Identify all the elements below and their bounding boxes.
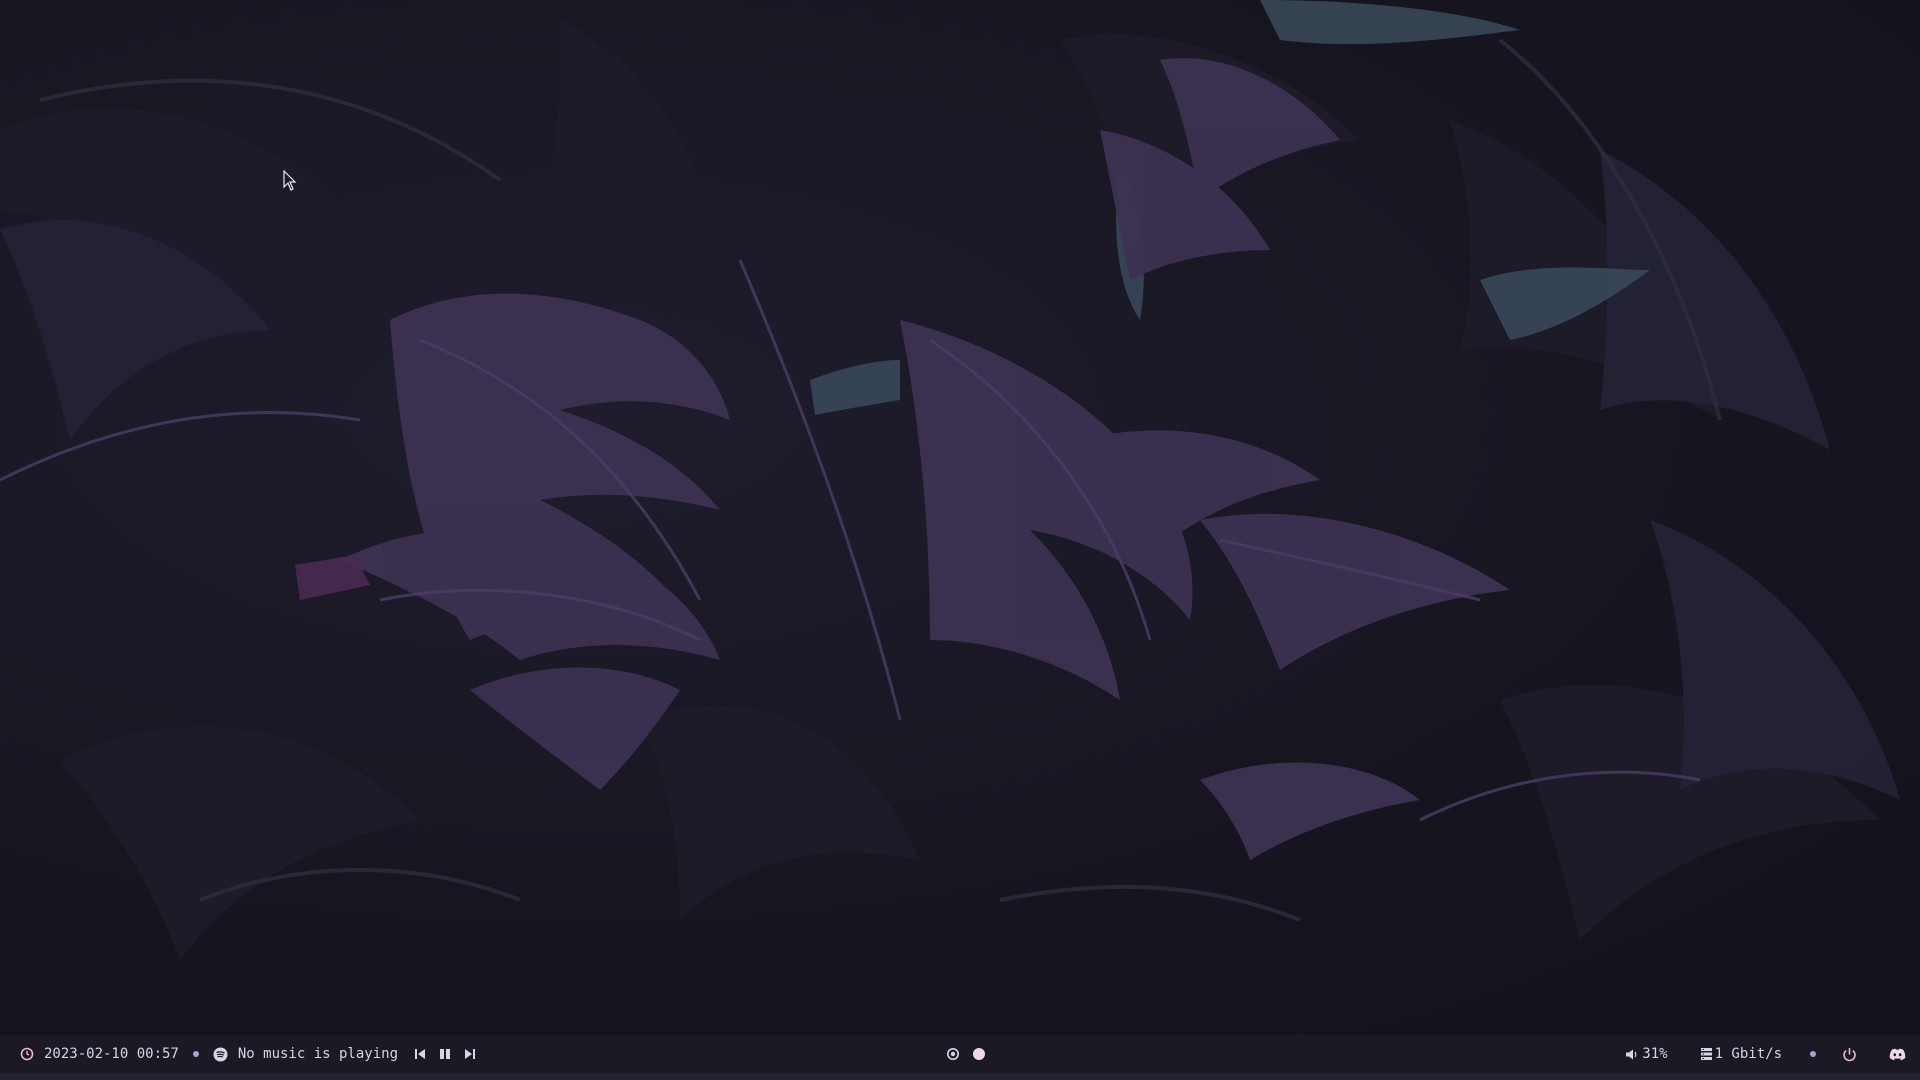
status-bar: 2023-02-10 00:57 No music is playing 31%… — [0, 1035, 1920, 1073]
music-status-label: No music is playing — [237, 1046, 399, 1062]
skip-previous-icon[interactable] — [414, 1047, 426, 1061]
separator-dot — [1810, 1051, 1816, 1057]
skip-next-icon[interactable] — [464, 1047, 476, 1061]
workspace-ring-icon[interactable] — [946, 1047, 960, 1061]
ethernet-icon — [1700, 1047, 1713, 1061]
desktop — [0, 0, 1920, 1035]
power-icon[interactable] — [1842, 1047, 1857, 1062]
wallpaper-acanthus-leaves — [0, 0, 1900, 960]
spotify-icon — [213, 1047, 228, 1062]
workspace-active-dot-icon[interactable] — [972, 1047, 986, 1061]
workspace-indicator — [940, 1035, 992, 1073]
discord-icon[interactable] — [1889, 1048, 1906, 1061]
mouse-pointer-icon — [283, 170, 297, 191]
status-bar-left: 2023-02-10 00:57 No music is playing — [20, 1035, 476, 1073]
pause-icon[interactable] — [438, 1047, 452, 1061]
network-speed-label: 1 Gbit/s — [1714, 1046, 1782, 1062]
clock-icon — [20, 1047, 34, 1061]
separator-dot — [192, 1051, 199, 1057]
volume-label[interactable]: 31% — [1642, 1046, 1667, 1062]
speaker-icon[interactable] — [1625, 1048, 1638, 1061]
status-bar-right: 31% 1 Gbit/s — [1625, 1035, 1906, 1073]
status-bar-bottom-edge — [0, 1073, 1920, 1080]
datetime-label: 2023-02-10 00:57 — [44, 1046, 179, 1062]
